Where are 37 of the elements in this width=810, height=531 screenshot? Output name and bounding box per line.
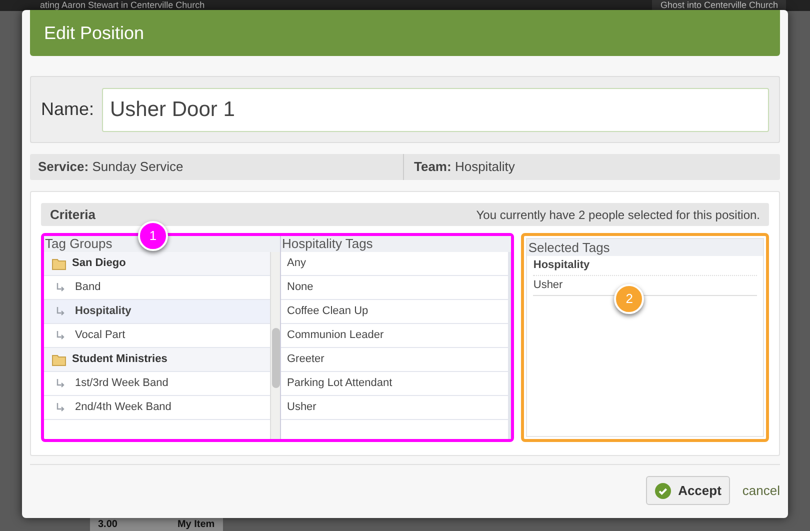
item-time: 3.00 [98, 520, 118, 530]
folder-icon [52, 258, 66, 270]
criteria-title: Criteria [50, 206, 96, 224]
column-header: Selected Tags [527, 239, 763, 256]
selection-summary: You currently have 2 people selected for this position. [476, 206, 760, 224]
tag-group-row[interactable]: San Diego [44, 252, 270, 276]
tag-option[interactable]: Parking Lot Attendant [281, 372, 508, 396]
item-title: My Item [177, 520, 215, 530]
tag-option[interactable]: Any [281, 252, 508, 276]
scrollbar[interactable] [270, 252, 280, 439]
dialog-title: Edit Position [44, 22, 144, 44]
child-arrow-icon [56, 306, 65, 316]
tag-option[interactable]: Communion Leader [281, 324, 508, 348]
name-label: Name: [41, 98, 94, 121]
child-arrow-icon [56, 282, 65, 292]
folder-icon [52, 354, 66, 366]
child-arrow-icon [56, 402, 65, 412]
tag-row[interactable]: Hospitality [44, 300, 270, 324]
tag-group-row[interactable]: Student Ministries [44, 348, 270, 372]
check-icon [655, 482, 672, 498]
scrollbar-thumb[interactable] [272, 328, 280, 388]
accept-button[interactable]: Accept [646, 476, 730, 505]
column-header: Hospitality Tags [281, 236, 512, 252]
selected-group-label: Hospitality [533, 256, 757, 276]
tag-option[interactable]: None [281, 276, 508, 300]
service-field: Service: Sunday Service [38, 157, 184, 177]
page-heading: ating Aaron Stewart in Centerville Church [39, 0, 205, 10]
tag-option[interactable]: Greeter [281, 348, 508, 372]
child-arrow-icon [56, 378, 65, 388]
tag-option[interactable]: Coffee Clean Up [281, 300, 508, 324]
name-field[interactable]: Usher Door 1 [102, 88, 769, 132]
child-arrow-icon [56, 330, 65, 340]
tag-option[interactable]: Usher [281, 396, 508, 420]
page-link[interactable]: Ghost into Centerville Church [652, 0, 786, 10]
cancel-link[interactable]: cancel [742, 480, 780, 500]
team-field: Team: Hospitality [414, 157, 515, 177]
callout-badge: 2 [614, 284, 644, 314]
